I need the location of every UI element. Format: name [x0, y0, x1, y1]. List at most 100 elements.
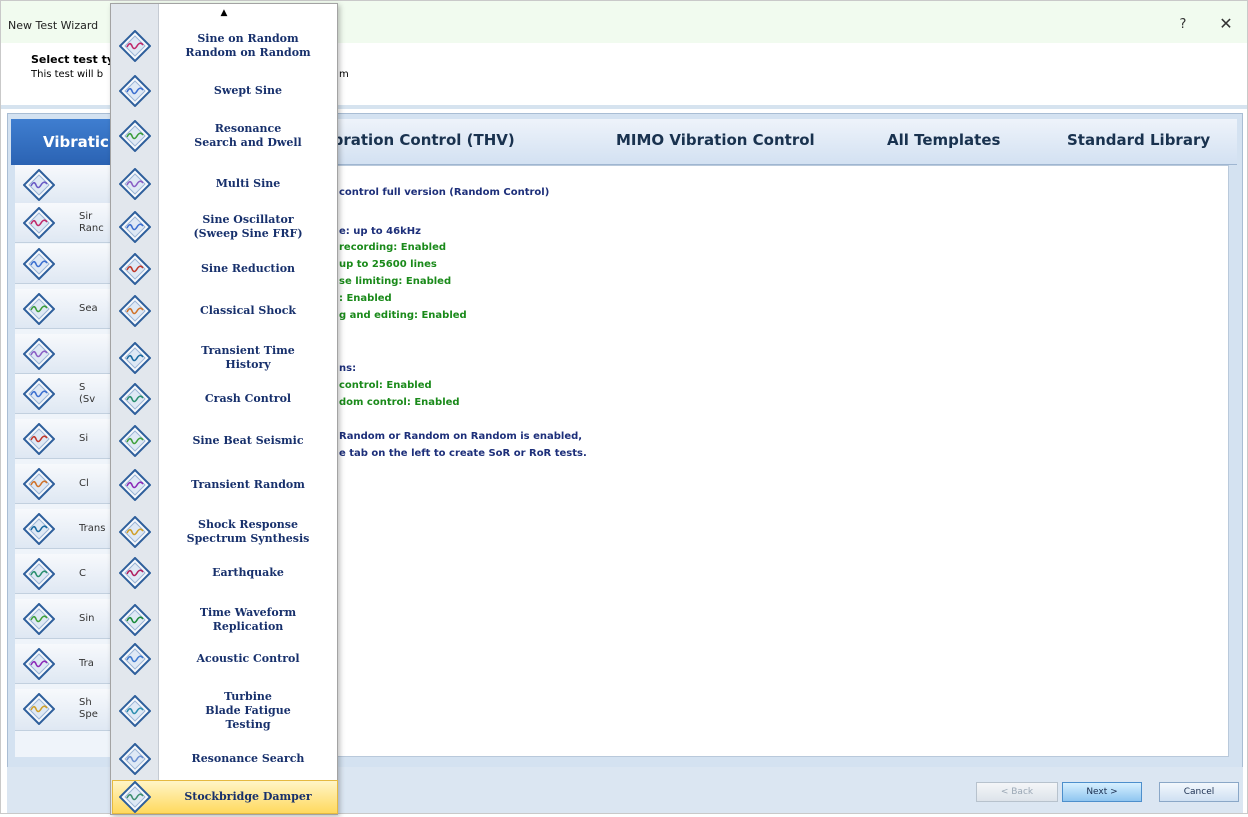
test-type-icon-box [22, 647, 56, 684]
test-type-row[interactable] [15, 244, 123, 284]
menu-item-label: Stockbridge Damper [184, 790, 312, 803]
next-button[interactable]: Next > [1062, 782, 1142, 802]
description-line: dom control: Enabled [339, 397, 460, 408]
page-subtitle-tail: m [339, 69, 349, 80]
menu-item[interactable]: Classical Shock [111, 294, 337, 328]
test-type-icon [22, 512, 56, 546]
menu-item-label: Transient Random [191, 478, 305, 491]
back-button[interactable]: < Back [976, 782, 1058, 802]
menu-item[interactable]: Resonance Search [111, 742, 337, 776]
test-type-icon-box [22, 692, 56, 729]
test-type-row[interactable]: Sea [15, 289, 123, 329]
test-type-icon [22, 692, 56, 726]
menu-item[interactable]: Multi Sine [111, 167, 337, 201]
test-type-label: Sea [79, 303, 98, 314]
test-description-panel [337, 165, 1229, 757]
test-type-row[interactable]: C [15, 554, 123, 594]
description-line: : Enabled [339, 293, 392, 304]
menu-item-icon-box [118, 556, 152, 590]
menu-item[interactable]: Sine Beat Seismic [111, 424, 337, 458]
sine-oscillator-icon [118, 210, 152, 244]
menu-item-label: Sine Reduction [200, 262, 296, 275]
menu-item-icon-box [118, 382, 152, 416]
menu-item-label: Transient Time History [201, 344, 295, 371]
menu-item[interactable]: Earthquake [111, 556, 337, 590]
test-type-row[interactable]: Si [15, 419, 123, 459]
menu-item-selected[interactable]: Stockbridge Damper [111, 780, 337, 814]
menu-item-icon-box [118, 341, 152, 375]
tab-thv[interactable]: -Vibration Control (THV) [311, 131, 515, 149]
sine-beat-seismic-icon [118, 424, 152, 458]
menu-item-label: Sine Oscillator (Sweep Sine FRF) [193, 213, 303, 240]
tab-all-templates[interactable]: All Templates [887, 131, 1000, 149]
menu-item[interactable]: Sine on Random Random on Random [111, 26, 337, 66]
test-type-icon [22, 292, 56, 326]
menu-item-icon-box [118, 74, 152, 108]
menu-item[interactable]: Sine Reduction [111, 252, 337, 286]
test-type-icon [22, 647, 56, 681]
test-type-icon-box [22, 337, 56, 374]
menu-item-label: Turbine Blade Fatigue Testing [205, 690, 291, 731]
tab-mimo[interactable]: MIMO Vibration Control [616, 131, 815, 149]
menu-item-label: Swept Sine [213, 84, 283, 97]
menu-item-icon-box [118, 424, 152, 458]
test-type-row[interactable] [15, 334, 123, 374]
menu-item-label: Resonance Search [191, 752, 305, 765]
test-type-icon-box [22, 247, 56, 284]
resonance-search-icon [118, 742, 152, 776]
resonance-dwell-icon [118, 119, 152, 153]
crash-control-icon [118, 382, 152, 416]
menu-item-label: Acoustic Control [196, 652, 300, 665]
description-line: ns: [339, 363, 357, 374]
description-line: se limiting: Enabled [339, 276, 452, 287]
description-line: recording: Enabled [339, 242, 447, 253]
description-line: control full version (Random Control) [339, 187, 550, 198]
menu-item[interactable]: Resonance Search and Dwell [111, 114, 337, 158]
menu-item-icon-box [118, 167, 152, 201]
menu-item[interactable]: Transient Random [111, 468, 337, 502]
test-type-icon-box [22, 377, 56, 414]
menu-item-icon-box [118, 642, 152, 676]
menu-item[interactable]: Acoustic Control [111, 642, 337, 676]
test-type-row[interactable]: S (Sv [15, 374, 123, 414]
close-icon[interactable]: ✕ [1215, 13, 1237, 35]
description-line: e tab on the left to create SoR or RoR t… [339, 448, 587, 459]
menu-item[interactable]: Sine Oscillator (Sweep Sine FRF) [111, 207, 337, 247]
tab-standard-library[interactable]: Standard Library [1067, 131, 1210, 149]
test-type-icon-box [22, 206, 56, 243]
test-type-row[interactable]: Sh Spe [15, 689, 123, 731]
test-type-icon [22, 337, 56, 371]
menu-item-icon-box [118, 603, 152, 637]
multi-sine-icon [118, 167, 152, 201]
test-type-label: Si [79, 433, 89, 444]
menu-item-icon-box [118, 210, 152, 244]
menu-item-icon-box [118, 468, 152, 502]
menu-item-icon-box [118, 694, 152, 728]
menu-item-label: Sine Beat Seismic [192, 434, 304, 447]
menu-item[interactable]: Crash Control [111, 382, 337, 416]
test-type-label: Sin [79, 613, 95, 624]
menu-item[interactable]: Time Waveform Replication [111, 600, 337, 640]
test-type-row[interactable]: Sir Ranc [15, 203, 123, 243]
description-line: g and editing: Enabled [339, 310, 467, 321]
page-title: Select test ty [31, 53, 115, 66]
menu-item-icon-box [118, 742, 152, 776]
srs-synthesis-icon [118, 515, 152, 549]
test-type-row[interactable]: Sin [15, 599, 123, 639]
test-type-row[interactable] [15, 165, 123, 205]
test-type-row[interactable]: Trans [15, 509, 123, 549]
menu-item-icon-box [118, 119, 152, 153]
menu-item[interactable]: Turbine Blade Fatigue Testing [111, 684, 337, 738]
test-type-row[interactable]: Cl [15, 464, 123, 504]
menu-item-icon-box [118, 252, 152, 286]
menu-item[interactable]: Swept Sine [111, 74, 337, 108]
test-type-icon-box [22, 602, 56, 639]
scroll-up-arrow-icon[interactable]: ▲ [111, 8, 337, 22]
test-type-row[interactable]: Tra [15, 644, 123, 684]
menu-item[interactable]: Transient Time History [111, 338, 337, 378]
menu-item-icon-box [118, 294, 152, 328]
menu-item-icon-box [118, 29, 152, 63]
cancel-button[interactable]: Cancel [1159, 782, 1239, 802]
help-button[interactable]: ? [1173, 14, 1193, 36]
menu-item[interactable]: Shock Response Spectrum Synthesis [111, 512, 337, 552]
